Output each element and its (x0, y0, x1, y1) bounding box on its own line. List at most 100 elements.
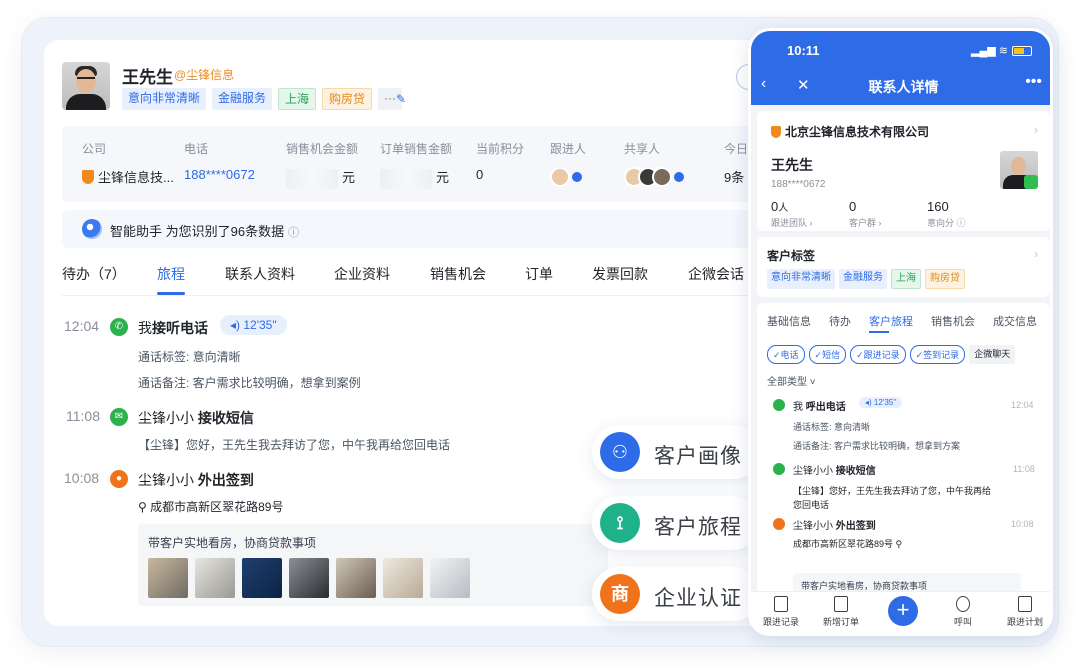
tab-sales-opportunity[interactable]: 销售机会 (430, 264, 486, 284)
active-tab-indicator (157, 292, 185, 295)
stat-groups[interactable]: 0 客户群 › (849, 199, 882, 229)
checkin-photos: 带客户实地看房，协商贷款事项 (138, 524, 608, 606)
tag[interactable]: 意向非常清晰 (767, 269, 835, 289)
phone-tags: 意向非常清晰 金融服务 上海 购房贷 (767, 269, 965, 289)
info-summary: 公司 尘锋信息技... 电话 188****0672 销售机会金额 元 订单销售… (62, 126, 782, 202)
tag-card[interactable]: 客户标签 › 意向非常清晰 金融服务 上海 购房贷 (757, 237, 1050, 297)
tab-customer-journey[interactable]: 客户旅程 (869, 313, 913, 329)
event-title[interactable]: 我接听电话 (138, 318, 208, 338)
tag[interactable]: 购房贷 (322, 88, 373, 110)
feature-enterprise-cert-button[interactable]: 商 企业认证 (592, 567, 760, 621)
tag[interactable]: 购房贷 (925, 269, 965, 289)
event-title[interactable]: 尘锋小小 外出签到 (138, 470, 254, 490)
info-today: 今日 9条 (724, 142, 749, 185)
photo-thumb[interactable] (148, 558, 188, 598)
event-time: 10:08 (1011, 519, 1034, 529)
company-shield-icon (771, 126, 781, 138)
order-icon (834, 596, 848, 612)
note-icon (774, 596, 788, 612)
new-order-button[interactable]: 新增订单 (811, 596, 871, 628)
tab-deal-info[interactable]: 成交信息 (993, 313, 1037, 329)
tag[interactable]: 上海 (278, 88, 317, 110)
tag[interactable]: 金融服务 (839, 269, 887, 289)
contact-tags: 意向非常清晰 金融服务 上海 购房贷 ··· (122, 88, 403, 110)
photo-thumb[interactable] (242, 558, 282, 598)
chip-checkin[interactable]: ✓签到记录 (909, 345, 966, 364)
edit-tags-icon[interactable]: ✎ (396, 92, 406, 106)
follow-plan-button[interactable]: 跟进计划 (995, 596, 1050, 628)
sharer-avatar[interactable] (652, 167, 672, 187)
info-opportunity-amount: 销售机会金额 元 (286, 140, 358, 189)
company-handle[interactable]: @尘锋信息 (174, 66, 234, 83)
tab-basic-info[interactable]: 基础信息 (767, 313, 811, 329)
feature-customer-portrait-button[interactable]: ⚇ 客户画像 (592, 425, 760, 479)
tab-invoices[interactable]: 发票回款 (592, 264, 648, 284)
event-title[interactable]: 尘锋小小 接收短信 (793, 462, 876, 477)
tag[interactable]: 意向非常清晰 (122, 88, 207, 110)
phone-icon: ✆ (110, 318, 128, 336)
blurred-amount (380, 168, 432, 189)
tag[interactable]: 金融服务 (212, 88, 273, 110)
call-duration-badge[interactable]: ◂) 12'35" (220, 315, 287, 335)
photo-thumb[interactable] (336, 558, 376, 598)
phone-tabs: 基础信息 待办 客户旅程 销售机会 成交信息 (757, 313, 1050, 333)
info-phone: 电话 188****0672 (184, 142, 255, 182)
company-value[interactable]: 尘锋信息技... (98, 170, 174, 185)
follower-avatar[interactable] (550, 167, 570, 187)
event-time: 12:04 (64, 318, 100, 334)
tab-sales-opportunity[interactable]: 销售机会 (931, 313, 975, 329)
phone-icon (773, 399, 785, 411)
company-shield-icon (82, 170, 94, 184)
checkin-address: 成都市高新区翠花路89号 ⚲ (793, 539, 903, 549)
smart-assistant-bar[interactable]: 智能助手 为您识别了96条数据 ⓘ (62, 210, 782, 248)
follow-record-button[interactable]: 跟进记录 (751, 596, 811, 628)
event-title[interactable]: 尘锋小小 外出签到 (793, 517, 876, 532)
event-title[interactable]: 我 呼出电话 (793, 398, 846, 413)
tab-orders[interactable]: 订单 (525, 264, 553, 284)
chip-follow-records[interactable]: ✓跟进记录 (850, 345, 906, 364)
event-title[interactable]: 尘锋小小 接收短信 (138, 408, 254, 428)
chevron-right-icon: › (1034, 247, 1038, 261)
info-icon[interactable]: ⓘ (288, 227, 299, 239)
type-filter-dropdown[interactable]: 全部类型 ˅ (767, 373, 816, 388)
wechat-icon (1024, 175, 1038, 189)
photo-thumb[interactable] (383, 558, 423, 598)
event-detail: 通话备注: 客户需求比较明确，想拿到案例 (138, 376, 361, 390)
photo-thumb[interactable] (430, 558, 470, 598)
call-duration-badge[interactable]: ◂) 12'35" (859, 397, 903, 408)
tab-contact-info[interactable]: 联系人资料 (225, 264, 295, 284)
sms-icon (773, 463, 785, 475)
info-points: 当前积分 0 (476, 142, 525, 182)
stat-team[interactable]: 0人 跟进团队 › (771, 199, 813, 229)
user-portrait-icon: ⚇ (600, 432, 640, 472)
phone-link[interactable]: 188****0672 (184, 167, 255, 182)
follower-badge-icon (572, 172, 582, 182)
stat-intent[interactable]: 160 意向分 ⓘ (927, 199, 966, 229)
tab-journey[interactable]: 旅程 (157, 264, 185, 284)
more-icon[interactable]: ••• (1025, 73, 1042, 91)
photo-thumb[interactable] (195, 558, 235, 598)
chip-wecom-chat[interactable]: 企微聊天 (969, 345, 1016, 364)
tag[interactable]: 上海 (891, 269, 921, 289)
phone-bottom-bar: 跟进记录 新增订单 + 呼叫 跟进计划 (751, 591, 1050, 633)
tab-company-info[interactable]: 企业资料 (334, 264, 390, 284)
call-button[interactable]: 呼叫 (933, 596, 993, 628)
tab-todo[interactable]: 待办（7） (62, 264, 126, 284)
chevron-right-icon: › (1034, 123, 1038, 137)
feature-customer-journey-button[interactable]: ⟟ 客户旅程 (592, 496, 760, 550)
add-button[interactable]: + (888, 596, 918, 626)
calendar-icon (1018, 596, 1032, 612)
pin-icon: ⚲ (895, 539, 903, 549)
phone-company[interactable]: 北京尘锋信息技术有限公司 (771, 123, 929, 140)
tag-section-title: 客户标签 (767, 249, 816, 263)
phone-mobile[interactable]: 188****0672 (771, 179, 826, 190)
chip-sms[interactable]: ✓短信 (808, 345, 847, 364)
tab-todo[interactable]: 待办 (829, 313, 851, 329)
battery-icon (1012, 46, 1032, 57)
tab-wecom-chat[interactable]: 企微会话 (688, 264, 744, 284)
photo-thumb[interactable] (289, 558, 329, 598)
checkin-note: 带客户实地看房，协商贷款事项 (148, 536, 317, 550)
phone-icon (956, 596, 970, 612)
chip-phone[interactable]: ✓电话 (767, 345, 805, 364)
event-detail: 【尘锋】您好，王先生我去拜访了您，中午我再给 (793, 486, 992, 496)
